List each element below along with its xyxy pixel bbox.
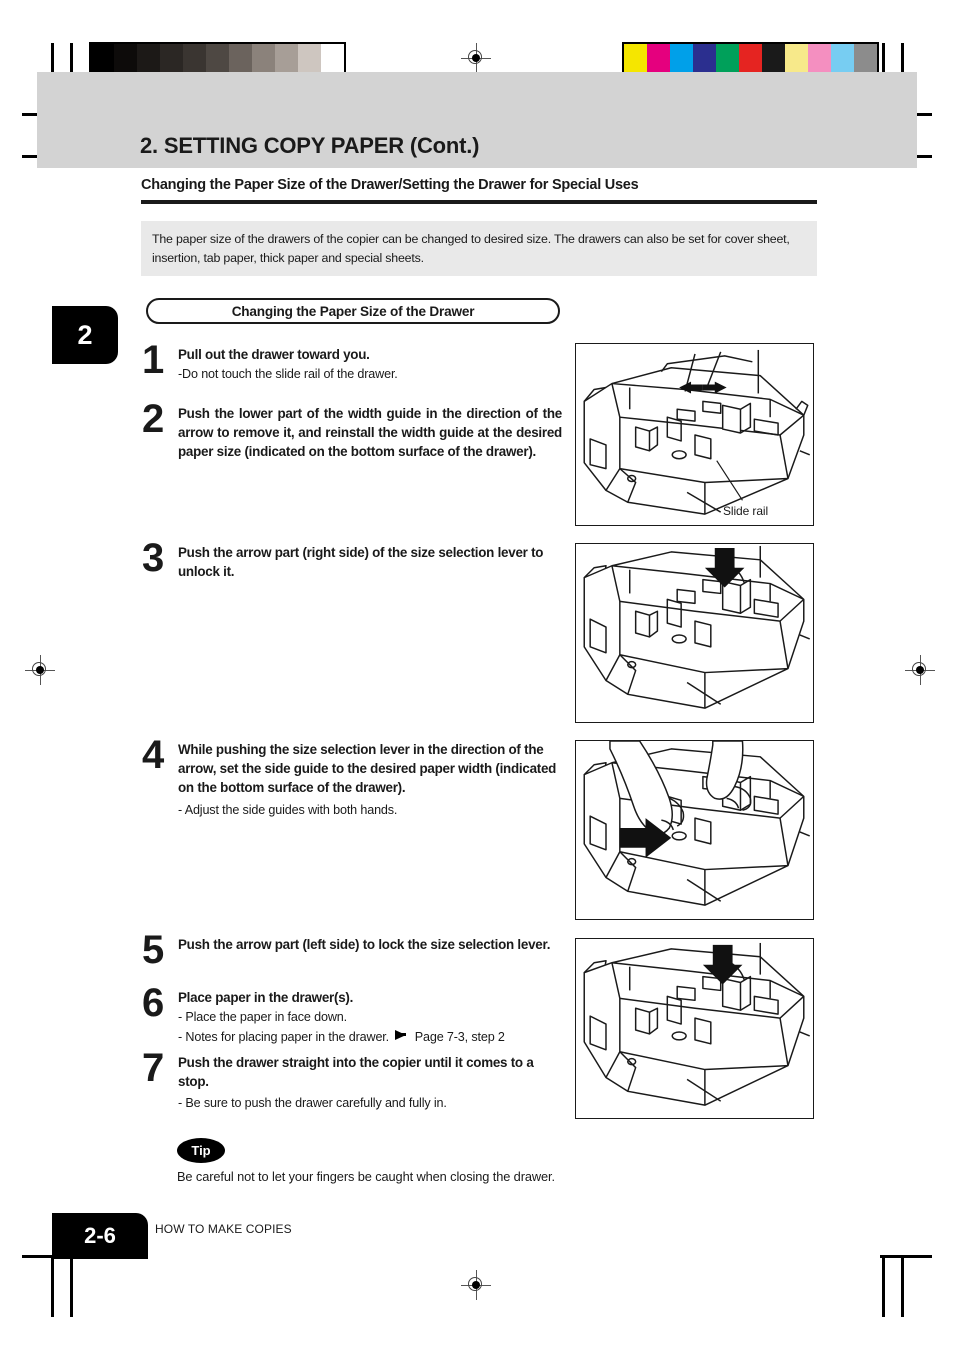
grayscale-patch: [229, 44, 252, 72]
grayscale-calibration-bar: [89, 42, 346, 74]
grayscale-patch: [206, 44, 229, 72]
step-1-note: -Do not touch the slide rail of the draw…: [178, 367, 398, 382]
color-patch: [854, 44, 877, 72]
reference-arrow-icon: [395, 1029, 407, 1040]
step-4-number: 4: [142, 733, 164, 777]
grayscale-patch: [298, 44, 321, 72]
step-6: 6 Place paper in the drawer(s). - Place …: [142, 981, 562, 1047]
grayscale-patch: [91, 44, 114, 72]
tip-badge: Tip: [177, 1138, 225, 1163]
step-3: 3 Push the arrow part (right side) of th…: [142, 536, 562, 581]
crop-mark-bottom-right-h: [880, 1255, 932, 1258]
step-1-number: 1: [142, 338, 164, 382]
step-6-reference-note: - Notes for placing paper in the drawer.…: [178, 1028, 562, 1047]
section-subheading: Changing the Paper Size of the Drawer/Se…: [141, 177, 639, 193]
intro-paragraph: The paper size of the drawers of the cop…: [141, 221, 817, 276]
figure-1-caption: Slide rail: [723, 504, 769, 518]
grayscale-patch: [321, 44, 344, 72]
step-7-title: Push the drawer straight into the copier…: [178, 1055, 534, 1090]
figure-1-drawer-width-guide: [575, 343, 814, 526]
step-2-number: 2: [142, 397, 164, 441]
color-patch: [739, 44, 762, 72]
grayscale-patch: [183, 44, 206, 72]
figure-2-unlock-lever: [575, 543, 814, 723]
color-patch: [716, 44, 739, 72]
registration-mark-top: [461, 43, 491, 73]
step-7-number: 7: [142, 1046, 164, 1090]
step-2-title: Push the lower part of the width guide i…: [178, 406, 562, 460]
figure-3-side-guide-hands: [575, 740, 814, 920]
grayscale-patch: [160, 44, 183, 72]
step-7: 7 Push the drawer straight into the copi…: [142, 1046, 562, 1113]
color-patch: [831, 44, 854, 72]
registration-mark-left: [25, 655, 55, 685]
step-1-title: Pull out the drawer toward you.: [178, 347, 370, 362]
step-5-title: Push the arrow part (left side) to lock …: [178, 937, 551, 952]
registration-mark-right: [905, 655, 935, 685]
figure-4-lock-lever: [575, 938, 814, 1119]
color-patch: [762, 44, 785, 72]
step-6-note: - Place the paper in face down.: [178, 1010, 347, 1025]
step-1: 1 Pull out the drawer toward you. -Do no…: [142, 338, 562, 384]
step-6-number: 6: [142, 981, 164, 1025]
grayscale-patch: [137, 44, 160, 72]
step-3-title: Push the arrow part (right side) of the …: [178, 545, 544, 580]
step-7-note: - Be sure to push the drawer carefully a…: [178, 1096, 447, 1111]
crop-mark-bottom-right-v2: [901, 1255, 904, 1317]
registration-mark-bottom: [461, 1270, 491, 1300]
tip-text: Be careful not to let your fingers be ca…: [177, 1169, 555, 1184]
crop-mark-bottom-right-v: [882, 1255, 885, 1317]
crop-mark-bottom-left-v: [51, 1255, 54, 1317]
step-5-number: 5: [142, 928, 164, 972]
color-patch: [624, 44, 647, 72]
subheading-rule: [141, 200, 817, 204]
step-4-note: - Adjust the side guides with both hands…: [178, 803, 398, 818]
crop-mark-bottom-left-v2: [70, 1255, 73, 1317]
page-title: 2. SETTING COPY PAPER (Cont.): [140, 133, 480, 158]
grayscale-patch: [275, 44, 298, 72]
footer-section-name: HOW TO MAKE COPIES: [155, 1222, 292, 1236]
step-3-number: 3: [142, 536, 164, 580]
step-6-reference-prefix: - Notes for placing paper in the drawer.: [178, 1029, 390, 1044]
step-6-reference-target: Page 7-3, step 2: [414, 1029, 505, 1044]
grayscale-patch: [252, 44, 275, 72]
color-patch: [808, 44, 831, 72]
grayscale-patch: [114, 44, 137, 72]
chapter-tab: 2: [52, 306, 118, 364]
step-4-title: While pushing the size selection lever i…: [178, 742, 557, 796]
color-patch: [670, 44, 693, 72]
step-6-title: Place paper in the drawer(s).: [178, 990, 354, 1005]
color-patch: [647, 44, 670, 72]
section-pill-label: Changing the Paper Size of the Drawer: [146, 298, 560, 324]
color-calibration-bar: [622, 42, 879, 74]
step-4: 4 While pushing the size selection lever…: [142, 733, 564, 820]
step-5: 5 Push the arrow part (left side) to loc…: [142, 930, 562, 970]
step-2: 2 Push the lower part of the width guide…: [142, 397, 562, 461]
color-patch: [785, 44, 808, 72]
color-patch: [693, 44, 716, 72]
footer-page-tab: 2-6: [52, 1213, 148, 1259]
